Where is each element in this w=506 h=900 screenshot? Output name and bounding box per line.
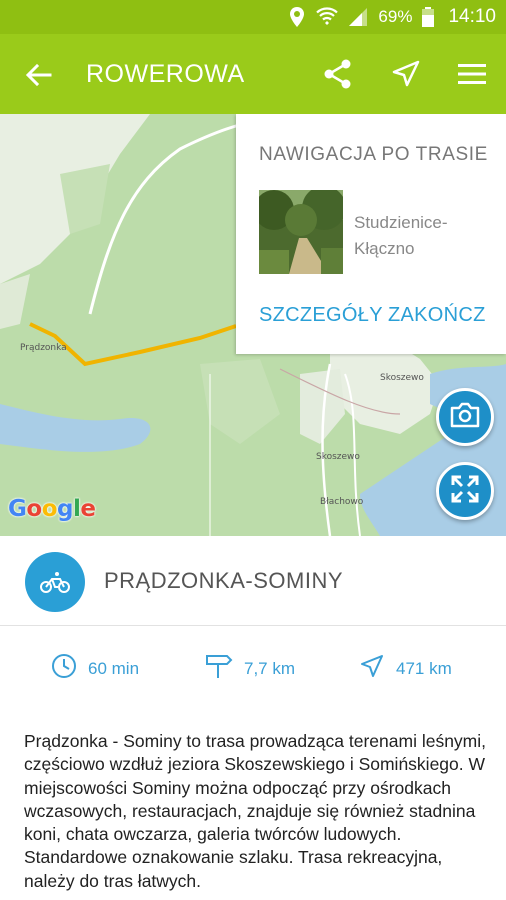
stat-duration: 60 min bbox=[50, 652, 139, 685]
route-title: PRĄDZONKA-SOMINY bbox=[104, 568, 344, 593]
route-header: PRĄDZONKA-SOMINY bbox=[0, 536, 506, 626]
battery-icon bbox=[422, 7, 435, 27]
camera-icon bbox=[449, 401, 481, 434]
remaining-value: 471 km bbox=[396, 658, 452, 678]
distance-value: 7,7 km bbox=[244, 658, 296, 678]
back-arrow-icon[interactable] bbox=[22, 58, 56, 92]
google-logo: Google bbox=[8, 496, 96, 522]
stat-remaining: 471 km bbox=[358, 652, 452, 685]
navigation-card: NAWIGACJA PO TRASIE Studzienice-Kłączno … bbox=[236, 114, 506, 354]
app-bar: ROWEROWA bbox=[0, 34, 506, 114]
clock-icon bbox=[50, 652, 78, 685]
bicycle-icon bbox=[25, 552, 85, 612]
duration-value: 60 min bbox=[88, 658, 140, 678]
fullscreen-button[interactable] bbox=[436, 462, 494, 520]
location-icon bbox=[288, 6, 306, 28]
destination-thumbnail bbox=[259, 190, 343, 274]
navigate-icon[interactable] bbox=[388, 56, 424, 92]
status-time: 14:10 bbox=[448, 6, 496, 27]
navigate-arrow-icon bbox=[358, 652, 386, 685]
map-view[interactable]: Prądzonka Skoszewo Skoszewo Błachowo Goo… bbox=[0, 114, 506, 536]
signal-icon bbox=[348, 7, 368, 27]
route-description: Prądzonka - Sominy to trasa prowadząca t… bbox=[24, 731, 487, 891]
details-button[interactable]: SZCZEGÓŁY bbox=[259, 304, 383, 327]
map-label-blachowo: Błachowo bbox=[320, 497, 364, 507]
map-label-skoszewo-south: Skoszewo bbox=[316, 452, 360, 462]
camera-button[interactable] bbox=[436, 388, 494, 446]
stat-distance: 7,7 km bbox=[204, 652, 295, 685]
navigation-card-title: NAWIGACJA PO TRASIE bbox=[259, 144, 488, 165]
wifi-icon bbox=[316, 7, 339, 27]
menu-icon[interactable] bbox=[454, 56, 490, 92]
app-title: ROWEROWA bbox=[86, 60, 245, 88]
expand-icon bbox=[450, 474, 480, 509]
share-icon[interactable] bbox=[320, 56, 356, 92]
map-label-skoszewo-north: Skoszewo bbox=[380, 373, 424, 383]
battery-percent: 69% bbox=[378, 7, 413, 26]
destination-name: Studzienice-Kłączno bbox=[354, 213, 448, 258]
map-label-pradzonka: Prądzonka bbox=[20, 343, 67, 353]
status-bar: 69% 14:10 bbox=[0, 0, 506, 34]
end-navigation-button[interactable]: ZAKOŃCZ bbox=[388, 304, 486, 327]
route-stats: 60 min 7,7 km 471 km bbox=[0, 626, 506, 708]
signpost-icon bbox=[204, 652, 234, 685]
